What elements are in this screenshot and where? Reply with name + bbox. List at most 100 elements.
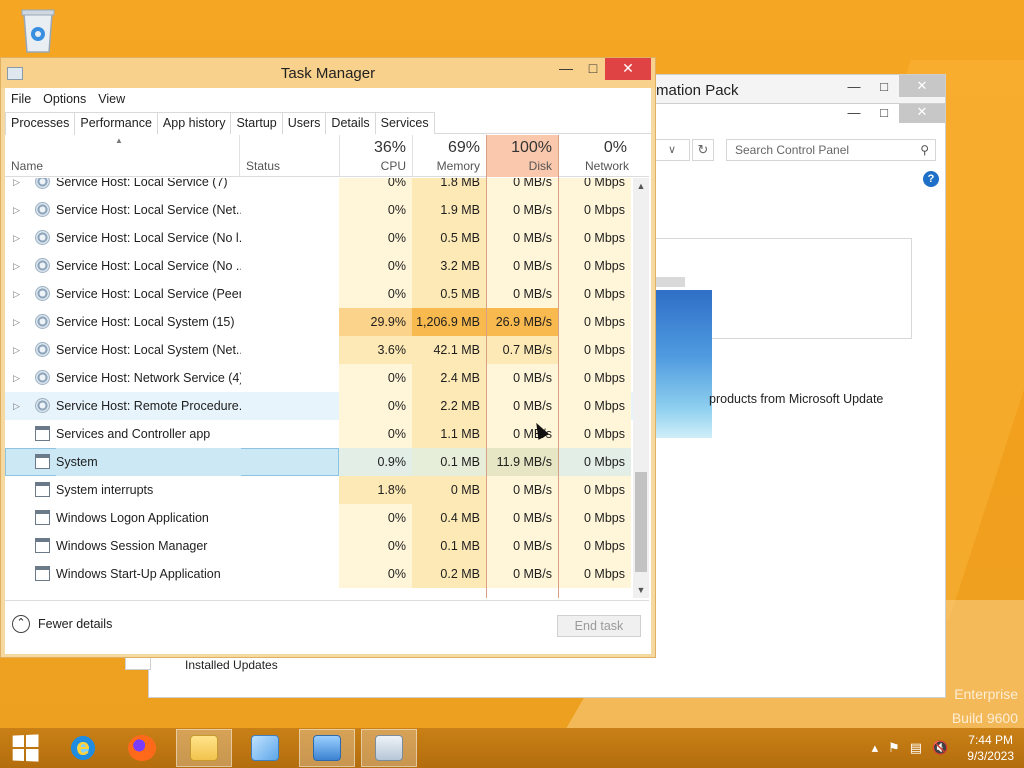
clock[interactable]: 7:44 PM 9/3/2023 bbox=[967, 732, 1014, 764]
search-placeholder: Search Control Panel bbox=[735, 143, 850, 157]
tab-startup[interactable]: Startup bbox=[230, 112, 283, 134]
table-row[interactable]: Windows Logon Application 0% 0.4 MB 0 MB… bbox=[5, 504, 633, 532]
column-disk[interactable]: 100% Disk bbox=[486, 135, 558, 177]
network-value: 0 Mbps bbox=[558, 448, 631, 476]
taskbar-document[interactable] bbox=[237, 729, 293, 767]
column-status-label: Status bbox=[246, 159, 281, 173]
gear-icon bbox=[35, 286, 50, 301]
column-name[interactable]: ▲ Name bbox=[5, 135, 239, 177]
column-disk-label: Disk bbox=[528, 159, 552, 173]
system-tray: ▴ ⚑ ▤ 🔇 7:44 PM 9/3/2023 bbox=[867, 728, 1014, 768]
chevron-down-icon[interactable]: ∨ bbox=[654, 139, 690, 161]
taskbar-control-panel[interactable] bbox=[299, 729, 355, 767]
table-row[interactable]: ▷ Service Host: Local Service (Peer... 0… bbox=[5, 280, 633, 308]
column-status[interactable]: Status bbox=[239, 135, 339, 177]
task-manager-window[interactable]: Task Manager — □ ✕ File Options View Pro… bbox=[0, 57, 656, 658]
expand-icon[interactable]: ▷ bbox=[13, 336, 25, 364]
table-row[interactable]: ▷ Service Host: Local Service (No l... 0… bbox=[5, 224, 633, 252]
maximize-button[interactable]: □ bbox=[578, 58, 608, 80]
scroll-up-icon[interactable]: ▲ bbox=[633, 178, 649, 194]
column-cpu[interactable]: 36% CPU bbox=[339, 135, 412, 177]
network-value: 0 Mbps bbox=[558, 504, 631, 532]
disk-value: 0 MB/s bbox=[486, 560, 558, 588]
table-row[interactable]: Windows Session Manager 0% 0.1 MB 0 MB/s… bbox=[5, 532, 633, 560]
network-value: 0 Mbps bbox=[558, 336, 631, 364]
expand-icon[interactable]: ▷ bbox=[13, 252, 25, 280]
memory-value: 1,206.9 MB bbox=[412, 308, 486, 336]
menu-options[interactable]: Options bbox=[37, 92, 92, 106]
cpu-value: 0% bbox=[339, 560, 412, 588]
volume-muted-icon[interactable]: 🔇 bbox=[932, 740, 948, 756]
expand-icon[interactable]: ▷ bbox=[13, 364, 25, 392]
tab-services[interactable]: Services bbox=[374, 112, 435, 134]
menu-view[interactable]: View bbox=[92, 92, 131, 106]
cpu-value: 3.6% bbox=[339, 336, 412, 364]
expand-icon[interactable]: ▷ bbox=[13, 178, 25, 196]
tab-app-history[interactable]: App history bbox=[156, 112, 232, 134]
close-button[interactable]: ✕ bbox=[605, 58, 651, 80]
table-row[interactable]: ▷ Service Host: Remote Procedure... 0% 2… bbox=[5, 392, 633, 420]
taskbar-task-manager[interactable] bbox=[361, 729, 417, 767]
network-value: 0 Mbps bbox=[558, 178, 631, 196]
table-row[interactable]: System interrupts 1.8% 0 MB 0 MB/s 0 Mbp… bbox=[5, 476, 633, 504]
expand-icon[interactable]: ▷ bbox=[13, 196, 25, 224]
expand-icon[interactable]: ▷ bbox=[13, 280, 25, 308]
taskbar-firefox[interactable] bbox=[114, 729, 170, 767]
search-icon[interactable]: ⚲ bbox=[920, 140, 929, 160]
minimize-button[interactable]: — bbox=[839, 101, 869, 123]
installed-updates-link[interactable]: Installed Updates bbox=[185, 658, 278, 672]
process-name: Service Host: Local System (Net... bbox=[56, 343, 241, 357]
minimize-button[interactable]: — bbox=[839, 75, 869, 97]
process-name: Windows Logon Application bbox=[56, 511, 209, 525]
maximize-button[interactable]: □ bbox=[869, 75, 899, 97]
process-name: Service Host: Local Service (No ... bbox=[56, 259, 241, 273]
flag-icon[interactable]: ⚑ bbox=[888, 740, 900, 756]
table-row[interactable]: Windows Start-Up Application 0% 0.2 MB 0… bbox=[5, 560, 633, 588]
table-row[interactable]: ▷ Service Host: Local System (Net... 3.6… bbox=[5, 336, 633, 364]
help-icon[interactable]: ? bbox=[923, 171, 939, 187]
maximize-button[interactable]: □ bbox=[869, 101, 899, 123]
fewer-details-button[interactable]: ⌃ Fewer details bbox=[12, 615, 112, 633]
network-icon[interactable]: ▤ bbox=[910, 740, 922, 756]
tab-users[interactable]: Users bbox=[281, 112, 327, 134]
table-row[interactable]: ▷ Service Host: Local Service (7) 0% 1.8… bbox=[5, 178, 633, 196]
memory-value: 1.8 MB bbox=[412, 178, 486, 196]
search-input[interactable]: Search Control Panel ⚲ bbox=[726, 139, 936, 161]
recycle-bin-icon[interactable] bbox=[18, 6, 58, 54]
scroll-down-icon[interactable]: ▼ bbox=[633, 582, 649, 598]
expand-icon[interactable]: ▷ bbox=[13, 392, 25, 420]
scroll-thumb[interactable] bbox=[635, 472, 647, 572]
control-panel-back-window[interactable]: mation Pack — □ ✕ bbox=[640, 74, 946, 104]
table-row[interactable]: ▷ Service Host: Local Service (Net... 0%… bbox=[5, 196, 633, 224]
chevron-up-icon[interactable]: ▴ bbox=[872, 740, 879, 756]
menu-file[interactable]: File bbox=[5, 92, 37, 106]
minimize-button[interactable]: — bbox=[551, 58, 581, 80]
close-button[interactable]: ✕ bbox=[899, 75, 945, 97]
expand-icon[interactable]: ▷ bbox=[13, 308, 25, 336]
table-row[interactable]: ▷ Service Host: Local System (15) 29.9% … bbox=[5, 308, 633, 336]
table-row[interactable]: ▷ Service Host: Local Service (No ... 0%… bbox=[5, 252, 633, 280]
end-task-button[interactable]: End task bbox=[557, 615, 641, 637]
column-network[interactable]: 0% Network bbox=[558, 135, 649, 177]
column-memory[interactable]: 69% Memory bbox=[412, 135, 486, 177]
memory-value: 0.4 MB bbox=[412, 504, 486, 532]
expand-icon[interactable]: ▷ bbox=[13, 224, 25, 252]
network-value: 0 Mbps bbox=[558, 392, 631, 420]
gear-icon bbox=[35, 370, 50, 385]
network-value: 0 Mbps bbox=[558, 560, 631, 588]
tab-performance[interactable]: Performance bbox=[74, 112, 158, 134]
table-row[interactable]: ▷ Service Host: Network Service (4) 0% 2… bbox=[5, 364, 633, 392]
tab-processes[interactable]: Processes bbox=[5, 112, 76, 135]
process-name: Windows Session Manager bbox=[56, 539, 208, 553]
start-button[interactable] bbox=[2, 729, 48, 767]
taskbar-file-explorer[interactable] bbox=[176, 729, 232, 767]
table-row[interactable]: System 0.9% 0.1 MB 11.9 MB/s 0 Mbps bbox=[5, 448, 633, 476]
refresh-icon[interactable]: ↻ bbox=[692, 139, 714, 161]
tab-details[interactable]: Details bbox=[325, 112, 376, 134]
close-button[interactable]: ✕ bbox=[899, 101, 945, 123]
tab-strip: Processes Performance App history Startu… bbox=[5, 112, 651, 135]
taskbar-internet-explorer[interactable]: e bbox=[55, 729, 111, 767]
vertical-scrollbar[interactable]: ▲ ▼ bbox=[633, 178, 649, 598]
title-bar[interactable]: Task Manager — □ ✕ bbox=[1, 58, 655, 88]
process-name: Service Host: Local Service (Peer... bbox=[56, 287, 241, 301]
